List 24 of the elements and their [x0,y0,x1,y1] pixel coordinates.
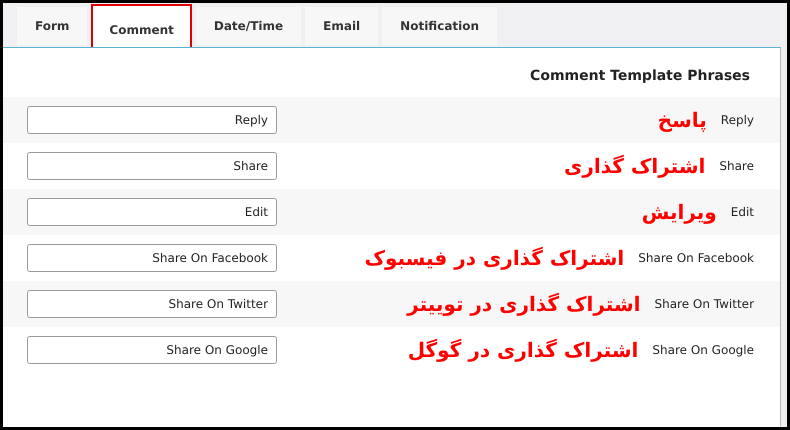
phrase-label: Share On Facebook [638,250,754,267]
annotation-text: ویرایش [642,199,717,226]
tab[interactable]: Email [305,7,378,45]
annotation-text: پاسخ [658,107,707,134]
annotation-text: اشتراک گذاری [564,153,706,180]
phrase-field[interactable]: Reply [27,106,277,134]
phrase-label: Reply [720,112,754,129]
phrase-field[interactable]: Share On Facebook [27,244,277,272]
annotation-text: اشتراک گذاری در توییتر [407,291,640,318]
tab[interactable]: Notification [382,7,498,45]
annotation-text: اشتراک گذاری در فیسبوک [364,245,624,272]
phrase-label: Share On Twitter [654,296,754,313]
tab[interactable]: Date/Time [196,7,302,45]
phrase-label: Edit [730,204,754,221]
annotation-text: اشتراک گذاری در گوگل [408,337,638,364]
phrase-field[interactable]: Edit [27,198,277,226]
phrase-field[interactable]: Share [27,152,277,180]
tab[interactable]: Form [17,7,88,45]
phrase-label: Share [719,158,754,175]
phrase-field[interactable]: Share On Google [27,336,277,364]
tab[interactable]: Comment [91,4,192,50]
phrase-label: Share On Google [652,342,754,359]
section-title: Comment Template Phrases [530,67,750,86]
phrase-field[interactable]: Share On Twitter [27,290,277,318]
